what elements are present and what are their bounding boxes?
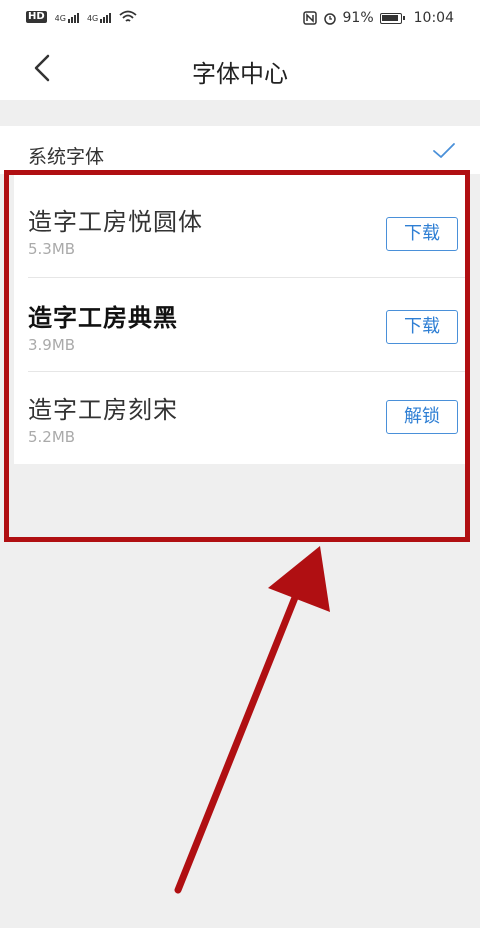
network-type-label: 4G: [86, 14, 99, 23]
hd-icon: HD: [26, 11, 47, 23]
section-gap: [0, 100, 480, 126]
battery-icon: [379, 12, 405, 24]
annotation-highlight-box: [4, 170, 470, 542]
signal-icon: 4G: [55, 11, 79, 23]
battery-percent: 91%: [342, 10, 374, 26]
status-bar: HD 4G 4G 91% 10:04: [0, 0, 480, 36]
nfc-icon: [302, 11, 317, 25]
page-title: 字体中心: [192, 60, 288, 88]
checkmark-icon: [433, 143, 455, 158]
status-right: 91% 10:04: [302, 10, 454, 26]
wifi-icon: [119, 10, 137, 22]
alarm-icon: [323, 13, 336, 25]
signal-icon: 4G: [86, 11, 112, 23]
system-font-label: 系统字体: [28, 146, 105, 168]
clock-time: 10:04: [413, 10, 454, 26]
status-left: HD 4G 4G: [26, 10, 137, 24]
network-type-label: 4G: [54, 14, 66, 23]
header-bar: 字体中心: [0, 36, 480, 100]
system-font-row[interactable]: 系统字体: [0, 126, 480, 174]
